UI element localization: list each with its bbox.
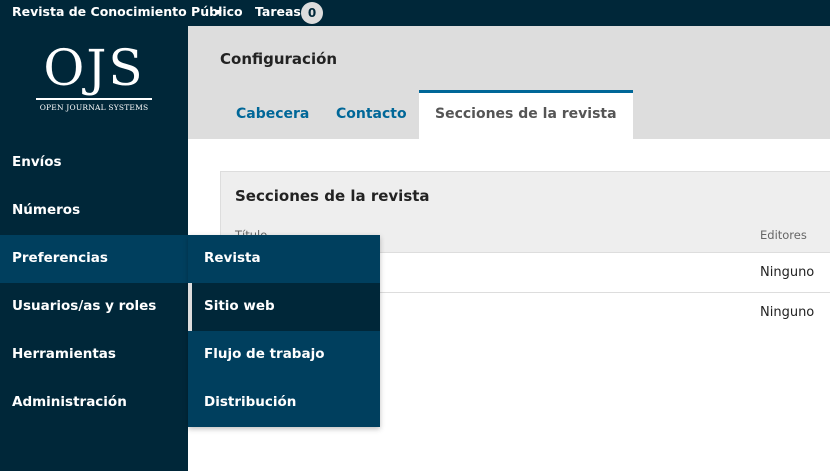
column-header-editors: Editores [760,228,807,242]
tab-cabecera[interactable]: Cabecera [236,90,309,139]
submenu-item-distribucion[interactable]: Distribución [188,379,380,427]
submenu-item-sitio-web[interactable]: Sitio web [188,283,380,331]
chevron-down-icon[interactable] [214,10,222,15]
page-title: Configuración [220,50,338,68]
sidebar-item-envios[interactable]: Envíos [0,139,188,187]
sidebar-item-herramientas[interactable]: Herramientas [0,331,188,379]
tab-contacto[interactable]: Contacto [336,90,407,139]
row-editors: Ninguno [760,305,815,320]
grid-title: Secciones de la revista [235,187,430,205]
submenu-item-flujo-trabajo[interactable]: Flujo de trabajo [188,331,380,379]
top-bar: Revista de Conocimiento Público Tareas 0 [0,0,830,26]
row-editors: Ninguno [760,265,815,280]
page-header: Configuración Cabecera Contacto Seccione… [188,26,830,139]
logo-subtitle: OPEN JOURNAL SYSTEMS [39,103,149,112]
logo-mark: OJS [43,39,145,97]
tasks-count-badge[interactable]: 0 [301,2,323,24]
sidebar-item-administracion[interactable]: Administración [0,379,188,427]
ojs-logo[interactable]: OJS OPEN JOURNAL SYSTEMS [30,42,158,122]
site-name-link[interactable]: Revista de Conocimiento Público [12,4,243,19]
preferences-submenu: Revista Sitio web Flujo de trabajo Distr… [188,235,380,427]
tab-secciones[interactable]: Secciones de la revista [419,90,633,139]
tasks-link[interactable]: Tareas [255,4,301,19]
sidebar-item-numeros[interactable]: Números [0,187,188,235]
logo-divider [36,98,152,100]
sidebar-item-preferencias[interactable]: Preferencias [0,235,188,283]
submenu-item-revista[interactable]: Revista [188,235,380,283]
sidebar-item-usuarios-roles[interactable]: Usuarios/as y roles [0,283,188,331]
